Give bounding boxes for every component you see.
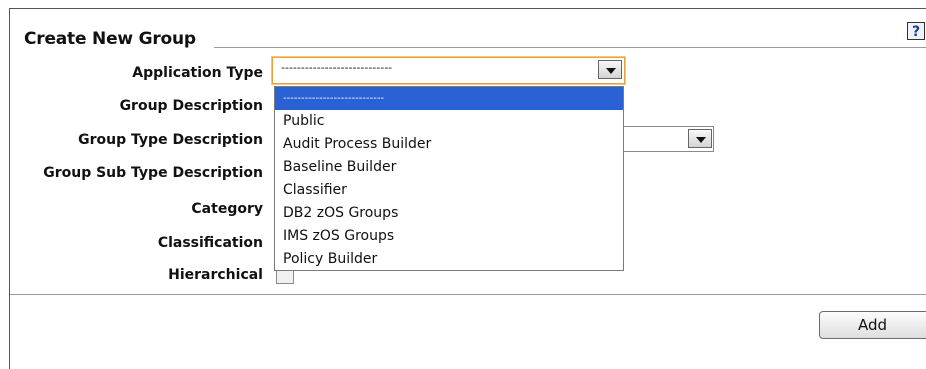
group-description-label: Group Description xyxy=(119,98,263,114)
option-placeholder[interactable]: ---------------------------- xyxy=(275,87,623,110)
application-type-dropdown-button[interactable] xyxy=(598,60,622,79)
add-button[interactable]: Add xyxy=(819,311,926,339)
option-audit-process-builder[interactable]: Audit Process Builder xyxy=(275,133,623,156)
page-title: Create New Group xyxy=(24,29,196,49)
option-policy-builder[interactable]: Policy Builder xyxy=(275,248,623,271)
category-label: Category xyxy=(191,201,263,217)
chevron-down-icon xyxy=(606,68,616,74)
group-sub-type-description-label: Group Sub Type Description xyxy=(43,165,263,181)
option-db2-zos-groups[interactable]: DB2 zOS Groups xyxy=(275,202,623,225)
group-type-dropdown-button[interactable] xyxy=(688,129,712,148)
option-baseline-builder[interactable]: Baseline Builder xyxy=(275,156,623,179)
option-ims-zos-groups[interactable]: IMS zOS Groups xyxy=(275,225,623,248)
help-icon[interactable]: ? xyxy=(907,22,925,40)
option-public[interactable]: Public xyxy=(275,110,623,133)
chevron-down-icon xyxy=(696,137,706,143)
application-type-options: ---------------------------- Public Audi… xyxy=(274,86,624,271)
hierarchical-label: Hierarchical xyxy=(168,267,263,283)
group-type-description-label: Group Type Description xyxy=(78,132,263,148)
application-type-value: ---------------------------- xyxy=(281,61,393,74)
option-classifier[interactable]: Classifier xyxy=(275,179,623,202)
application-type-select[interactable]: ---------------------------- xyxy=(272,57,625,84)
application-type-label: Application Type xyxy=(132,65,263,81)
classification-label: Classification xyxy=(157,235,263,251)
title-underline xyxy=(214,47,926,48)
form-divider xyxy=(10,294,926,295)
